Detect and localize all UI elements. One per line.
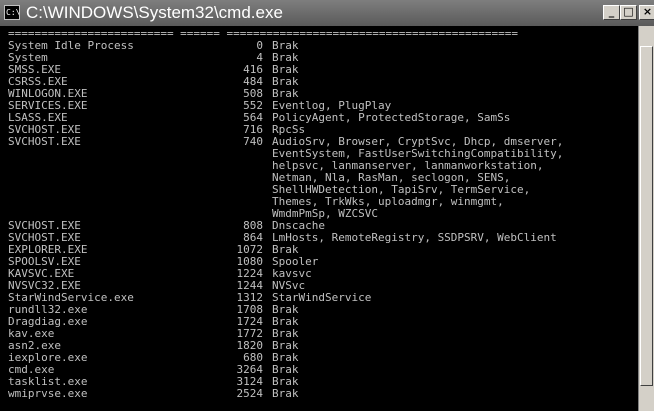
process-row: System 4 Brak [8,52,628,64]
close-button[interactable]: × [639,5,654,20]
process-row: kav.exe 1772 Brak [8,328,628,340]
process-row: StarWindService.exe 1312 StarWindService [8,292,628,304]
process-row: rundll32.exe 1708 Brak [8,304,628,316]
process-row: EXPLORER.EXE 1072 Brak [8,244,628,256]
process-pid: 740 [243,135,263,148]
process-services: Brak [272,387,299,400]
process-row: Dragdiag.exe 1724 Brak [8,316,628,328]
title-bar[interactable]: C:\ C:\WINDOWS\System32\cmd.exe _ □ × [0,0,654,26]
process-row: iexplore.exe 680 Brak [8,352,628,364]
process-row: System Idle Process 0 Brak [8,40,628,52]
cmd-window: C:\ C:\WINDOWS\System32\cmd.exe _ □ × ==… [0,0,654,411]
process-pid: 2524 [236,387,264,400]
maximize-button[interactable]: □ [620,5,637,20]
process-row: SVCHOST.EXE 864 LmHosts, RemoteRegistry, S… [8,232,628,244]
process-row: SMSS.EXE 416 Brak [8,64,628,76]
process-services: PolicyAgent, ProtectedStorage, SamSs [272,111,511,124]
process-row: SVCHOST.EXE 740 AudioSrv, Browser, CryptSv… [8,135,628,220]
scroll-thumb[interactable] [640,46,653,386]
vertical-scrollbar[interactable] [638,26,654,411]
process-row: LSASS.EXE 564 PolicyAgent, ProtectedStorag… [8,112,628,124]
process-row: KAVSVC.EXE 1224 kavsvc [8,268,628,280]
minimize-button[interactable]: _ [603,5,620,20]
process-row: cmd.exe 3264 Brak [8,364,628,376]
console-icon[interactable]: C:\ [4,5,20,20]
console-output[interactable]: ========================= ====== =======… [0,26,638,411]
process-row: CSRSS.EXE 484 Brak [8,76,628,88]
process-row: asn2.exe 1820 Brak [8,340,628,352]
process-row: wmiprvse.exe 2524 Brak [8,388,628,400]
process-row: SPOOLSV.EXE 1080 Spooler [8,256,628,268]
window-title: C:\WINDOWS\System32\cmd.exe [26,3,283,22]
process-services: LmHosts, RemoteRegistry, SSDPSRV, WebCli… [272,231,557,244]
process-row: tasklist.exe 3124 Brak [8,376,628,388]
